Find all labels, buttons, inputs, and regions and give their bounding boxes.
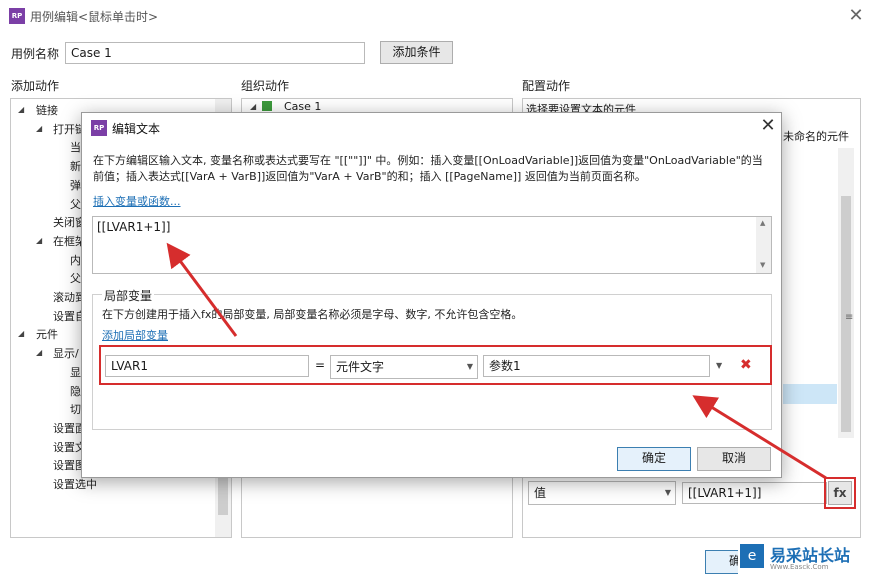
arrow-to-expression bbox=[166, 242, 238, 337]
watermark-logo-icon: e bbox=[740, 544, 764, 568]
annotation-arrows bbox=[166, 242, 827, 480]
arrow-to-variable-row bbox=[692, 395, 827, 480]
watermark-subtext: Www.Easck.Com bbox=[770, 563, 829, 571]
site-watermark: e 易采站长站 Www.Easck.Com bbox=[738, 540, 872, 576]
